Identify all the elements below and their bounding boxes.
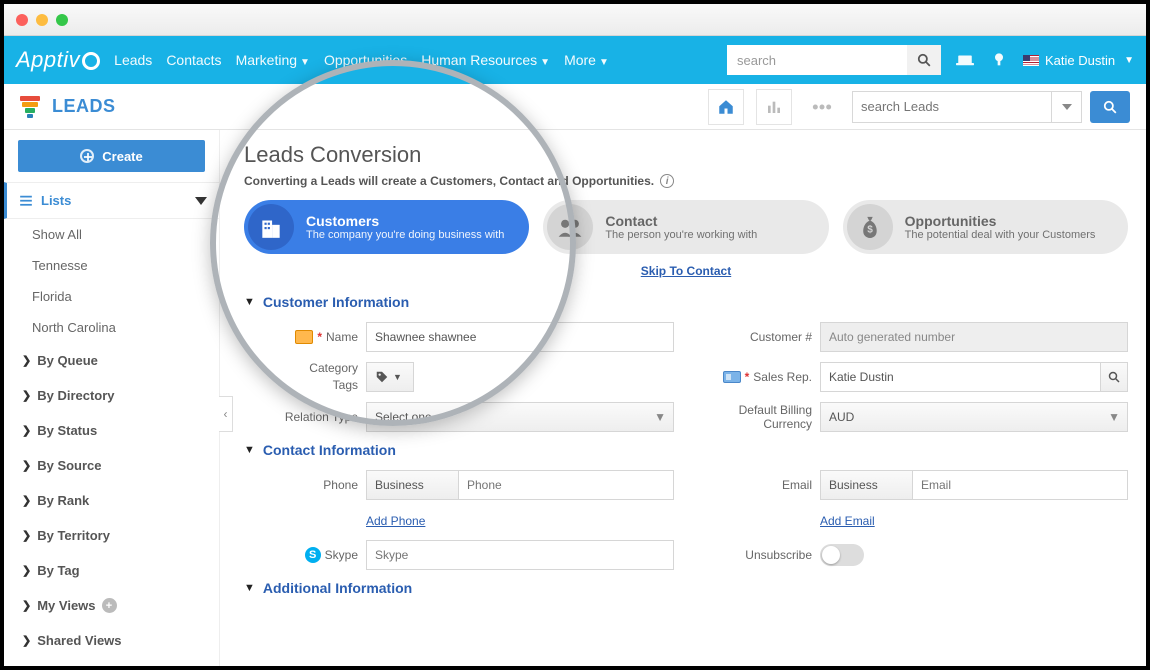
conversion-steps: CustomersThe company you're doing busine… xyxy=(244,200,1128,254)
name-input[interactable] xyxy=(366,322,674,352)
skype-icon: S xyxy=(305,547,321,563)
building-chip-icon xyxy=(295,330,313,344)
sidebar-item-new-business[interactable]: New Business xyxy=(4,658,219,666)
home-view-button[interactable] xyxy=(708,89,744,125)
card-icon xyxy=(723,371,741,383)
unsubscribe-label: Unsubscribe xyxy=(698,548,820,562)
create-button[interactable]: Create xyxy=(18,140,205,172)
sidebar-by-source[interactable]: ❯By Source xyxy=(4,448,219,483)
email-label: Email xyxy=(698,478,820,492)
global-navbar: Apptiv Leads Contacts Marketing▼ Opportu… xyxy=(4,36,1146,84)
phone-input[interactable] xyxy=(458,470,674,500)
nav-hr[interactable]: Human Resources▼ xyxy=(421,52,550,68)
section-additional-info[interactable]: ▼Additional Information xyxy=(244,580,1128,596)
salesrep-lookup-button[interactable] xyxy=(1101,362,1128,392)
sidebar-collapse-handle[interactable]: ‹ xyxy=(219,396,233,432)
chevron-down-icon xyxy=(195,197,207,205)
main-content: Leads Conversion Converting a Leads will… xyxy=(220,130,1146,666)
notifications-icon[interactable] xyxy=(989,50,1009,70)
leads-search-button[interactable] xyxy=(1090,91,1130,123)
user-name: Katie Dustin xyxy=(1045,53,1115,68)
plus-icon xyxy=(80,149,94,163)
building-icon xyxy=(248,204,294,250)
sidebar-by-tag[interactable]: ❯By Tag xyxy=(4,553,219,588)
moneybag-icon: $ xyxy=(847,204,893,250)
list-icon xyxy=(19,194,33,208)
nav-more[interactable]: More▼ xyxy=(564,52,609,68)
name-label: *Name xyxy=(244,330,366,344)
sidebar-by-status[interactable]: ❯By Status xyxy=(4,413,219,448)
customer-no-input xyxy=(820,322,1128,352)
module-title: LEADS xyxy=(52,96,116,117)
email-type-select[interactable]: Business xyxy=(820,470,912,500)
nav-marketing[interactable]: Marketing▼ xyxy=(236,52,310,68)
skype-label: SSkype xyxy=(244,547,366,563)
nav-opportunities[interactable]: Opportunities xyxy=(324,52,407,68)
unsubscribe-toggle[interactable] xyxy=(820,544,864,566)
add-email-link[interactable]: Add Email xyxy=(820,514,875,528)
info-icon[interactable]: i xyxy=(660,174,674,188)
phone-label: Phone xyxy=(244,478,366,492)
user-menu[interactable]: Katie Dustin ▼ xyxy=(1023,53,1134,68)
category-label: CategoryTags xyxy=(244,362,366,392)
phone-type-select[interactable]: Business xyxy=(366,470,458,500)
global-search xyxy=(727,45,941,75)
apps-icon[interactable] xyxy=(955,50,975,70)
customer-no-label: Customer # xyxy=(698,330,820,344)
minimize-window-icon[interactable] xyxy=(36,14,48,26)
sidebar-shared-views[interactable]: ❯Shared Views xyxy=(4,623,219,658)
sidebar-by-queue[interactable]: ❯By Queue xyxy=(4,343,219,378)
salesrep-label: *Sales Rep. xyxy=(698,370,820,384)
relation-label: Relation Type xyxy=(244,410,366,424)
leads-search-dropdown[interactable] xyxy=(1052,91,1082,123)
salesrep-input[interactable] xyxy=(820,362,1101,392)
svg-text:$: $ xyxy=(867,225,873,236)
section-contact-info[interactable]: ▼Contact Information xyxy=(244,442,1128,458)
global-search-button[interactable] xyxy=(907,45,941,75)
nav-leads[interactable]: Leads xyxy=(114,52,152,68)
sidebar-by-directory[interactable]: ❯By Directory xyxy=(4,378,219,413)
page-title: Leads Conversion xyxy=(244,142,1128,168)
skip-to-contact-link[interactable]: Skip To Contact xyxy=(641,264,731,278)
currency-label: Default Billing Currency xyxy=(698,403,820,431)
section-customer-info[interactable]: ▼Customer Information xyxy=(244,294,1128,310)
sidebar-item-north-carolina[interactable]: North Carolina xyxy=(4,312,219,343)
sidebar: Create Lists Show All Tennesse Florida N… xyxy=(4,130,220,666)
more-actions-button[interactable] xyxy=(804,89,840,125)
leads-search-input[interactable] xyxy=(852,91,1052,123)
step-opportunities[interactable]: $ OpportunitiesThe potential deal with y… xyxy=(843,200,1128,254)
step-customers[interactable]: CustomersThe company you're doing busine… xyxy=(244,200,529,254)
sidebar-by-territory[interactable]: ❯By Territory xyxy=(4,518,219,553)
sidebar-lists-header[interactable]: Lists xyxy=(4,182,219,219)
people-icon xyxy=(547,204,593,250)
sidebar-by-rank[interactable]: ❯By Rank xyxy=(4,483,219,518)
relation-select[interactable]: Select one xyxy=(366,402,674,432)
page-subtitle: Converting a Leads will create a Custome… xyxy=(244,174,1128,188)
chart-view-button[interactable] xyxy=(756,89,792,125)
sidebar-item-tennesse[interactable]: Tennesse xyxy=(4,250,219,281)
currency-select[interactable]: AUD xyxy=(820,402,1128,432)
window-titlebar xyxy=(4,4,1146,36)
tags-select[interactable]: ▼ xyxy=(366,362,414,392)
maximize-window-icon[interactable] xyxy=(56,14,68,26)
email-input[interactable] xyxy=(912,470,1128,500)
sidebar-item-florida[interactable]: Florida xyxy=(4,281,219,312)
step-contact[interactable]: ContactThe person you're working with xyxy=(543,200,828,254)
add-view-icon[interactable]: + xyxy=(102,598,117,613)
add-phone-link[interactable]: Add Phone xyxy=(366,514,425,528)
module-header: LEADS xyxy=(4,84,1146,130)
close-window-icon[interactable] xyxy=(16,14,28,26)
global-search-input[interactable] xyxy=(727,45,907,75)
flag-icon xyxy=(1023,55,1039,66)
leads-search xyxy=(852,91,1130,123)
leads-funnel-icon xyxy=(20,96,40,118)
sidebar-my-views[interactable]: ❯My Views+ xyxy=(4,588,219,623)
sidebar-item-show-all[interactable]: Show All xyxy=(4,219,219,250)
brand-logo[interactable]: Apptiv xyxy=(16,47,100,73)
skype-input[interactable] xyxy=(366,540,674,570)
nav-contacts[interactable]: Contacts xyxy=(166,52,221,68)
